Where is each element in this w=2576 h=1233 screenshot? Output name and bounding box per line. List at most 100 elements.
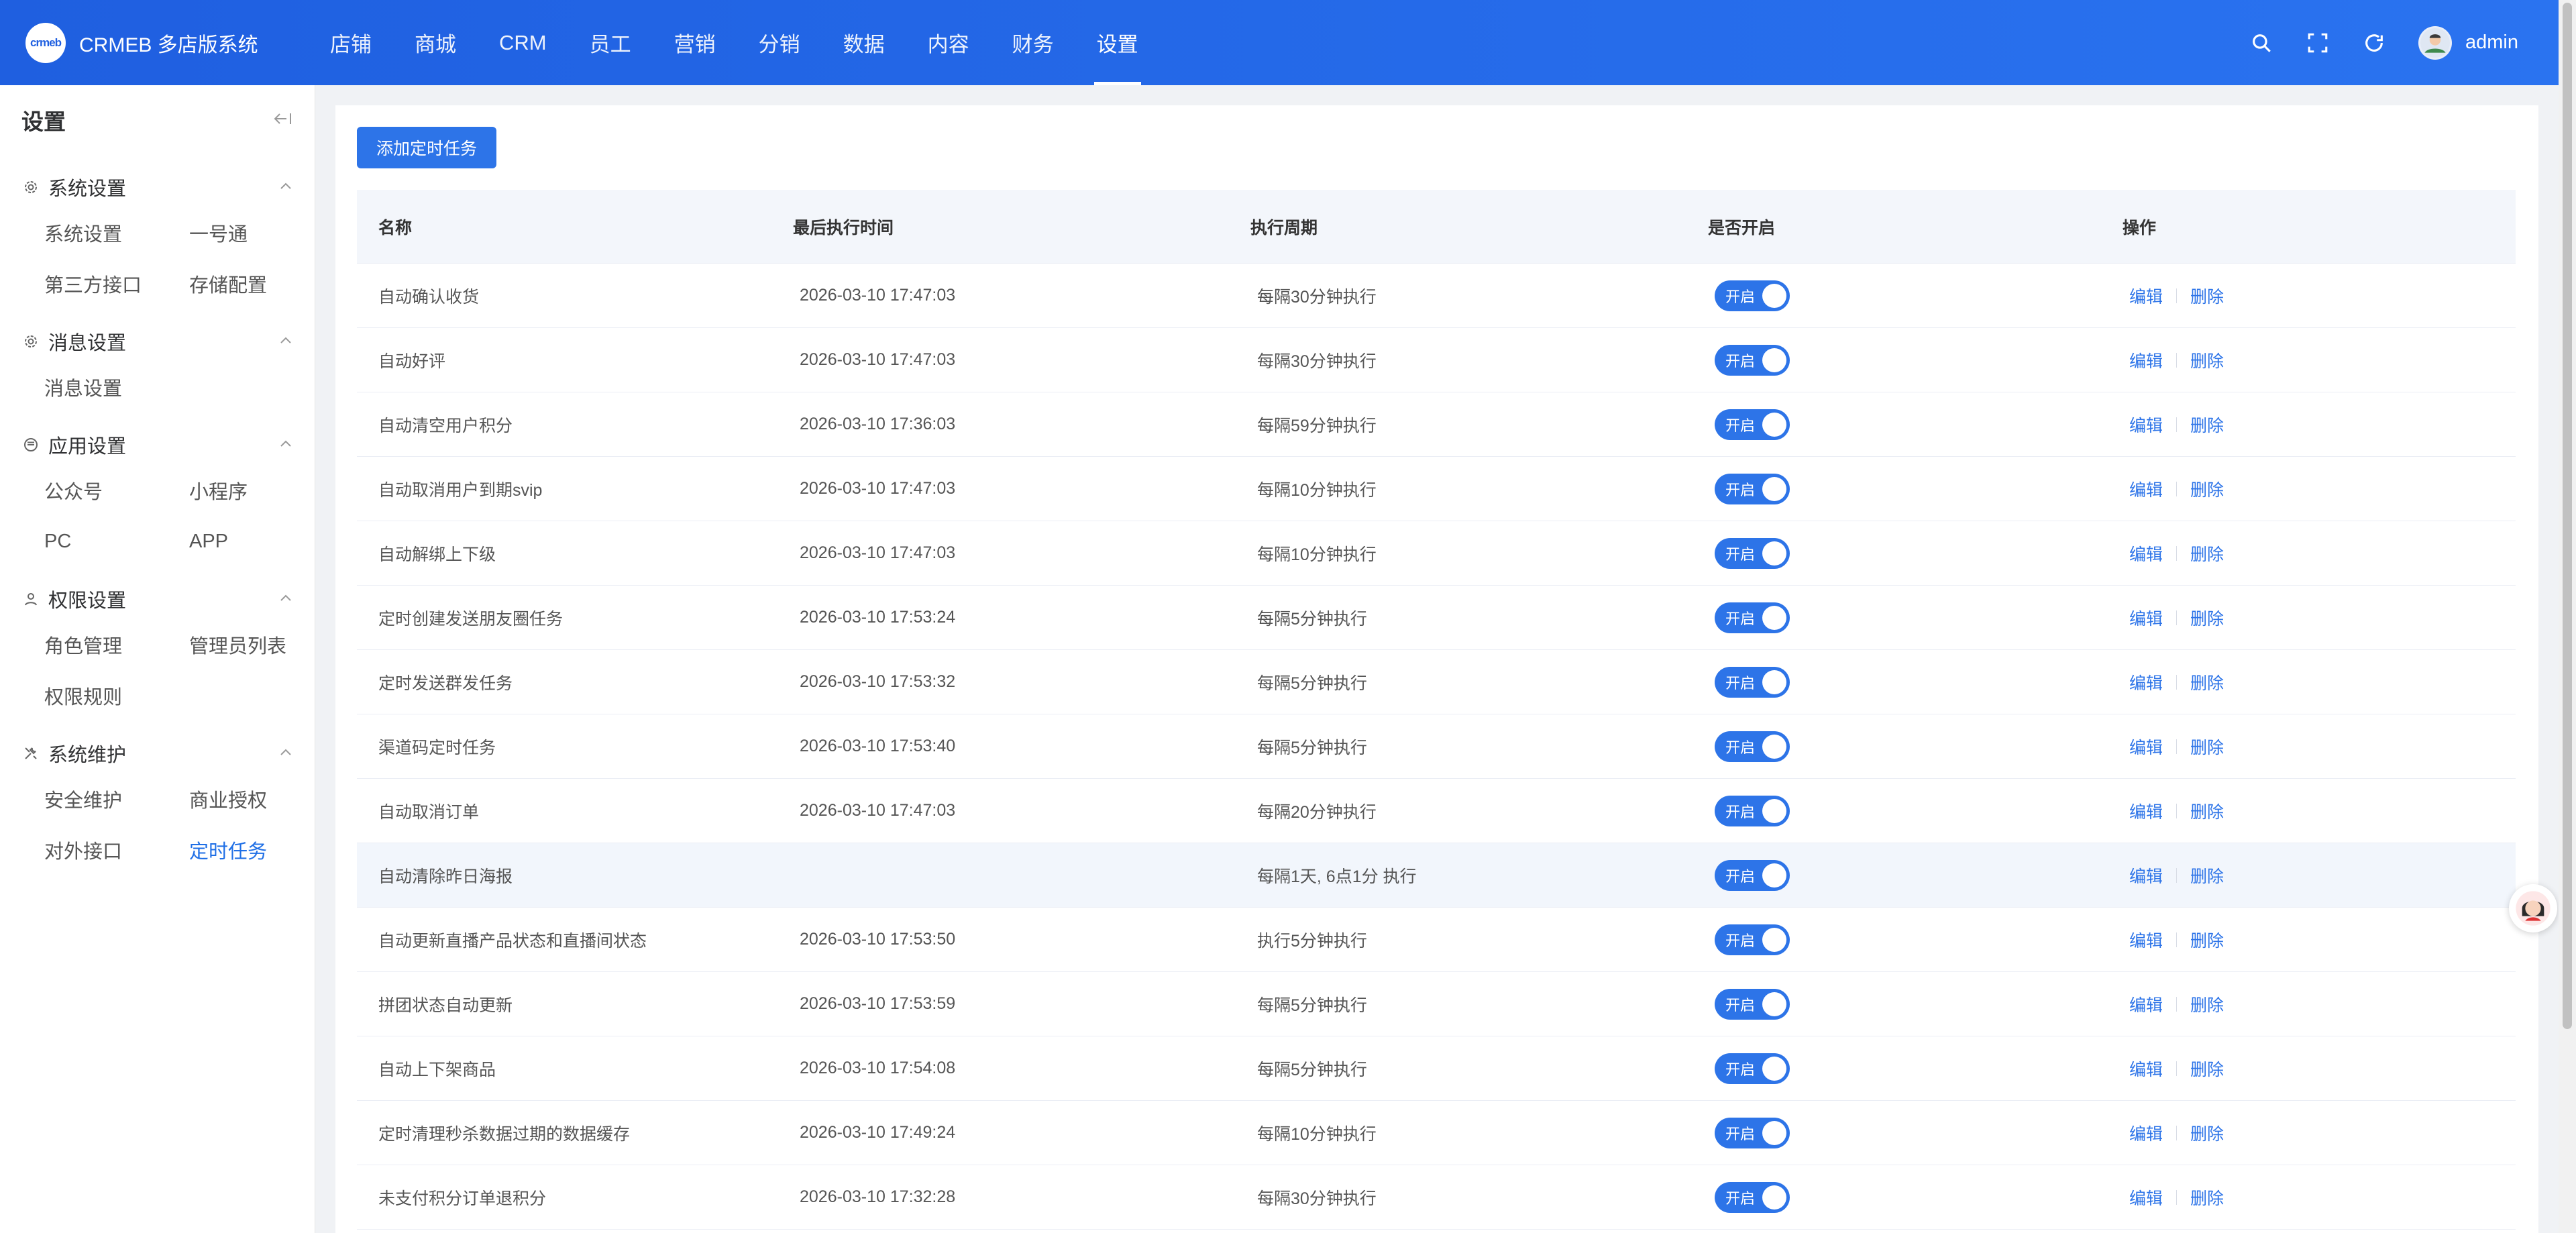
sidebar-group-head[interactable]: 系统维护 <box>0 733 315 773</box>
collapse-sidebar-icon[interactable] <box>273 111 293 130</box>
nav-item-mall[interactable]: 商城 <box>393 0 478 85</box>
sidebar-item-pc[interactable]: PC <box>44 516 189 567</box>
sidebar-item-storage-config[interactable]: 存储配置 <box>189 258 334 309</box>
delete-link[interactable]: 删除 <box>2190 1121 2224 1145</box>
sidebar-item-security[interactable]: 安全维护 <box>44 773 189 824</box>
edit-link[interactable]: 编辑 <box>2129 541 2163 566</box>
sidebar-group-head[interactable]: 系统设置 <box>0 167 315 207</box>
page-scrollbar-thumb[interactable] <box>2563 3 2572 1029</box>
delete-link[interactable]: 删除 <box>2190 606 2224 630</box>
delete-link[interactable]: 删除 <box>2190 284 2224 308</box>
nav-item-distribution[interactable]: 分销 <box>737 0 822 85</box>
delete-link[interactable]: 删除 <box>2190 1185 2224 1210</box>
nav-item-marketing[interactable]: 营销 <box>653 0 737 85</box>
task-enabled-switch[interactable]: 开启 <box>1715 537 1790 569</box>
task-enabled-switch[interactable]: 开启 <box>1715 344 1790 376</box>
sidebar-item-system-settings[interactable]: 系统设置 <box>44 207 189 258</box>
ops-divider <box>2176 932 2178 947</box>
edit-link[interactable]: 编辑 <box>2129 735 2163 759</box>
ops-divider <box>2176 545 2178 561</box>
edit-link[interactable]: 编辑 <box>2129 799 2163 823</box>
sidebar-item-mini-program[interactable]: 小程序 <box>189 465 334 516</box>
nav-item-store[interactable]: 店铺 <box>309 0 393 85</box>
refresh-icon[interactable] <box>2359 28 2389 58</box>
edit-link[interactable]: 编辑 <box>2129 477 2163 501</box>
page-scrollbar[interactable] <box>2559 0 2576 1233</box>
table-row: 定时清理秒杀数据过期的数据缓存 2026-03-10 17:49:24 每隔10分钟… <box>357 1101 2516 1165</box>
nav-item-crm[interactable]: CRM <box>478 0 568 85</box>
sidebar-item-business-license[interactable]: 商业授权 <box>189 773 334 824</box>
brand[interactable]: crmeb CRMEB 多店版系统 <box>0 22 309 63</box>
task-enabled-switch[interactable]: 开启 <box>1715 988 1790 1020</box>
nav-item-settings[interactable]: 设置 <box>1075 0 1160 85</box>
delete-link[interactable]: 删除 <box>2190 735 2224 759</box>
task-enabled-switch[interactable]: 开启 <box>1715 280 1790 311</box>
sidebar-item-role-management[interactable]: 角色管理 <box>44 619 189 670</box>
sidebar-item-app[interactable]: APP <box>189 516 334 567</box>
user-avatar[interactable] <box>2418 25 2452 60</box>
delete-link[interactable]: 删除 <box>2190 413 2224 437</box>
delete-link[interactable]: 删除 <box>2190 348 2224 372</box>
task-enabled-switch[interactable]: 开启 <box>1715 1181 1790 1213</box>
task-ops: 编辑 删除 <box>2123 928 2516 952</box>
task-enabled-switch[interactable]: 开启 <box>1715 1117 1790 1148</box>
task-name: 拼团状态自动更新 <box>378 996 513 1015</box>
edit-link[interactable]: 编辑 <box>2129 606 2163 630</box>
customer-service-avatar[interactable] <box>2509 884 2557 932</box>
edit-link[interactable]: 编辑 <box>2129 670 2163 694</box>
sidebar-item-third-party-api[interactable]: 第三方接口 <box>44 258 189 309</box>
edit-link[interactable]: 编辑 <box>2129 863 2163 888</box>
edit-link[interactable]: 编辑 <box>2129 928 2163 952</box>
delete-link[interactable]: 删除 <box>2190 670 2224 694</box>
edit-link[interactable]: 编辑 <box>2129 413 2163 437</box>
task-enabled-switch[interactable]: 开启 <box>1715 409 1790 440</box>
delete-link[interactable]: 删除 <box>2190 477 2224 501</box>
edit-link[interactable]: 编辑 <box>2129 1185 2163 1210</box>
task-enabled-switch[interactable]: 开启 <box>1715 666 1790 698</box>
sidebar-group-head[interactable]: 权限设置 <box>0 579 315 619</box>
task-enabled-switch[interactable]: 开启 <box>1715 924 1790 955</box>
edit-link[interactable]: 编辑 <box>2129 992 2163 1016</box>
edit-link[interactable]: 编辑 <box>2129 348 2163 372</box>
user-icon <box>23 590 40 608</box>
delete-link[interactable]: 删除 <box>2190 928 2224 952</box>
task-enabled-switch[interactable]: 开启 <box>1715 473 1790 504</box>
nav-item-data[interactable]: 数据 <box>822 0 906 85</box>
edit-link[interactable]: 编辑 <box>2129 1057 2163 1081</box>
delete-link[interactable]: 删除 <box>2190 799 2224 823</box>
task-enabled-switch[interactable]: 开启 <box>1715 731 1790 762</box>
task-last-run: 2026-03-10 17:47:03 <box>800 350 956 369</box>
sidebar-item-official-account[interactable]: 公众号 <box>44 465 189 516</box>
sidebar-group-head[interactable]: 应用设置 <box>0 425 315 465</box>
username[interactable]: admin <box>2465 32 2518 54</box>
nav-item-content[interactable]: 内容 <box>906 0 991 85</box>
task-enabled-switch[interactable]: 开启 <box>1715 1053 1790 1084</box>
task-last-run: 2026-03-10 17:53:32 <box>800 672 956 691</box>
add-scheduled-task-button[interactable]: 添加定时任务 <box>357 127 496 168</box>
sidebar-item-scheduled-tasks[interactable]: 定时任务 <box>189 824 334 875</box>
nav-item-staff[interactable]: 员工 <box>568 0 653 85</box>
sidebar-item-admin-list[interactable]: 管理员列表 <box>189 619 334 670</box>
delete-link[interactable]: 删除 <box>2190 863 2224 888</box>
search-icon[interactable] <box>2247 28 2276 58</box>
sidebar-group-head[interactable]: 消息设置 <box>0 321 315 362</box>
switch-label: 开启 <box>1725 867 1756 885</box>
delete-link[interactable]: 删除 <box>2190 1057 2224 1081</box>
sidebar-item-permission-rules[interactable]: 权限规则 <box>44 670 189 721</box>
sidebar-item-external-api[interactable]: 对外接口 <box>44 824 189 875</box>
nav-item-finance[interactable]: 财务 <box>991 0 1075 85</box>
task-name: 未支付积分订单退积分 <box>378 1189 547 1208</box>
task-enabled-switch[interactable]: 开启 <box>1715 795 1790 826</box>
sidebar-group-items: 系统设置 一号通 第三方接口 存储配置 <box>0 207 315 309</box>
delete-link[interactable]: 删除 <box>2190 992 2224 1016</box>
edit-link[interactable]: 编辑 <box>2129 284 2163 308</box>
delete-link[interactable]: 删除 <box>2190 541 2224 566</box>
sidebar-item-yihaotong[interactable]: 一号通 <box>189 207 334 258</box>
edit-link[interactable]: 编辑 <box>2129 1121 2163 1145</box>
task-enabled-switch[interactable]: 开启 <box>1715 602 1790 633</box>
fullscreen-icon[interactable] <box>2303 28 2332 58</box>
task-enabled-switch[interactable]: 开启 <box>1715 859 1790 891</box>
switch-label: 开启 <box>1725 417 1756 434</box>
sidebar-item-message-settings[interactable]: 消息设置 <box>44 362 189 413</box>
ops-divider <box>2176 417 2178 432</box>
